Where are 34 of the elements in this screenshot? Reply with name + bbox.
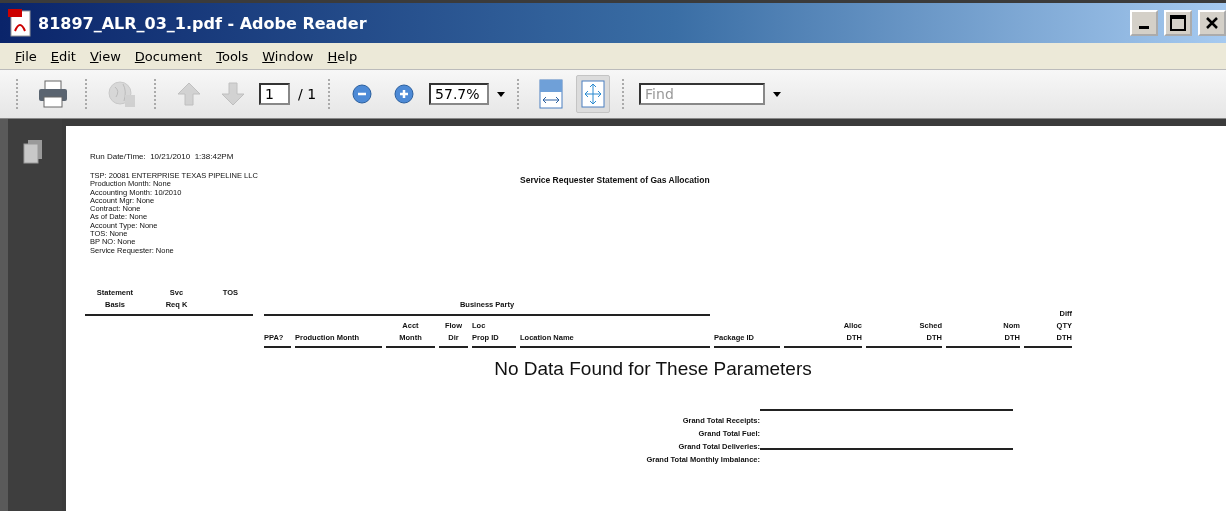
close-icon	[1205, 16, 1219, 30]
fit-width-icon	[539, 79, 564, 109]
menu-item[interactable]: File	[8, 48, 44, 64]
window-title: 81897_ALR_03_1.pdf - Adobe Reader	[38, 13, 368, 33]
printer-icon	[38, 80, 68, 108]
page-count: / 1	[298, 86, 317, 102]
menu-item[interactable]: Window	[255, 48, 321, 64]
minimize-button[interactable]	[1130, 10, 1158, 36]
caret-icon[interactable]	[497, 91, 506, 97]
close-button[interactable]	[1198, 10, 1226, 36]
caret-icon[interactable]	[773, 91, 782, 97]
globe-icon	[107, 79, 137, 109]
minimize-icon	[1139, 26, 1149, 29]
menu-item[interactable]: Edit	[43, 48, 83, 64]
up-arrow-icon	[176, 81, 202, 107]
run-date-text: Run Date/Time: 10/21/2010 1:38:42PM	[90, 152, 235, 161]
report-title: Service Requester Statement of Gas Allocation	[520, 175, 710, 187]
maximize-icon	[1170, 15, 1186, 31]
fit-page-button[interactable]	[576, 75, 611, 113]
maximize-button[interactable]	[1164, 10, 1192, 36]
menu-item[interactable]: Help	[320, 48, 365, 64]
down-arrow-icon	[220, 81, 246, 107]
menu-item[interactable]: Document	[127, 48, 210, 64]
pdf-file-icon	[8, 9, 32, 37]
zoom-field[interactable]: 57.7%	[429, 83, 490, 105]
menu-item[interactable]: View	[82, 48, 128, 64]
zoom-out-icon	[352, 84, 373, 104]
no-data-message: No Data Found for These Parameters	[493, 357, 813, 380]
page-number-field[interactable]: 1	[259, 83, 290, 105]
zoom-in-icon	[394, 84, 415, 104]
fit-page-icon	[581, 80, 606, 108]
find-field[interactable]: Find	[639, 83, 766, 105]
pages-icon[interactable]	[22, 139, 44, 165]
menu-item[interactable]: Tools	[209, 48, 256, 64]
